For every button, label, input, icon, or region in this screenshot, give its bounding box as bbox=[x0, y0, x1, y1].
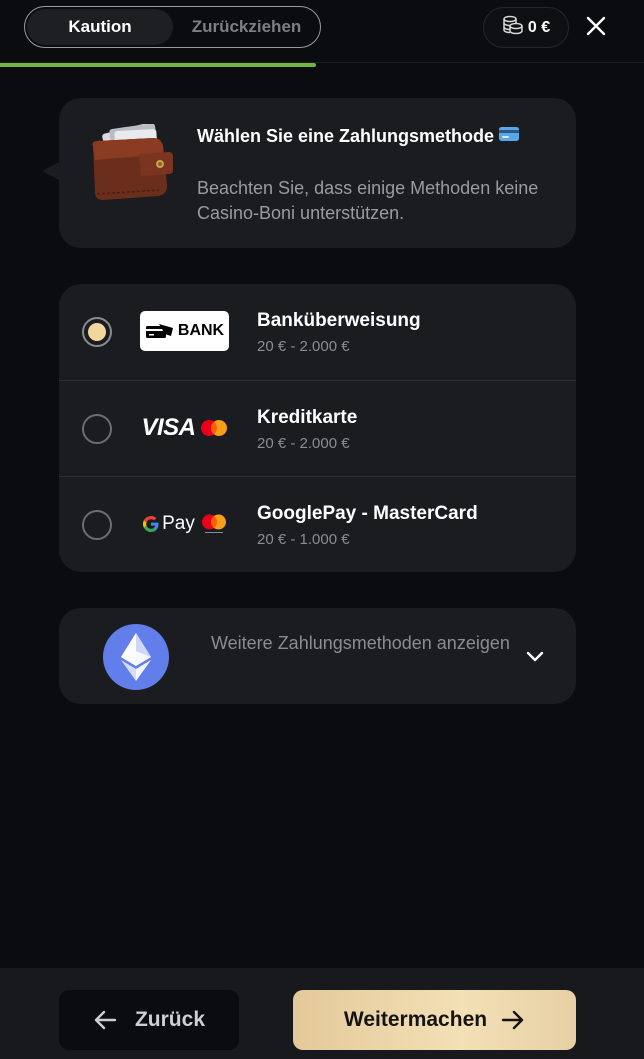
google-g-icon bbox=[143, 516, 159, 532]
more-payment-methods-button[interactable]: Weitere Zahlungsmethoden anzeigen bbox=[59, 608, 576, 704]
tab-deposit[interactable]: Kaution bbox=[27, 9, 173, 45]
radio-bank-transfer[interactable] bbox=[82, 317, 112, 347]
progress-fill bbox=[0, 63, 316, 67]
mastercard-icon bbox=[200, 420, 227, 436]
info-subtitle: Beachten Sie, dass einige Methoden keine… bbox=[197, 178, 539, 223]
ethereum-icon bbox=[103, 624, 169, 690]
method-name: GooglePay - MasterCard bbox=[257, 503, 478, 524]
mastercard-icon bbox=[201, 514, 226, 533]
method-name: Kreditkarte bbox=[257, 407, 358, 428]
close-button[interactable] bbox=[580, 10, 612, 42]
coins-icon bbox=[502, 15, 524, 40]
googlepay-mastercard-logo: Pay bbox=[140, 504, 229, 544]
visa-mastercard-logo: VISA bbox=[140, 408, 229, 448]
bank-logo-text: BANK bbox=[177, 322, 225, 339]
close-icon bbox=[586, 16, 606, 36]
info-title: Wählen Sie eine Zahlungsmethode bbox=[197, 124, 557, 148]
more-methods-label: Weitere Zahlungsmethoden anzeigen bbox=[211, 633, 510, 653]
back-button-label: Zurück bbox=[134, 1008, 205, 1031]
bank-card-icon bbox=[145, 324, 173, 338]
bank-logo: BANK bbox=[140, 311, 229, 351]
info-card: Wählen Sie eine Zahlungsmethode Beachten… bbox=[42, 98, 576, 248]
header: Kaution Zurückziehen 0 € bbox=[0, 0, 644, 63]
payment-method-list: BANK Banküberweisung 20 € - 2.000 € VISA… bbox=[59, 284, 576, 572]
continue-button-label: Weitermachen bbox=[343, 1008, 488, 1031]
payment-method-bank-transfer[interactable]: BANK Banküberweisung 20 € - 2.000 € bbox=[59, 284, 576, 380]
gpay-logo-text: Pay bbox=[162, 513, 195, 534]
info-title-text: Wählen Sie eine Zahlungsmethode bbox=[197, 126, 495, 146]
info-card-pointer bbox=[42, 162, 59, 180]
radio-googlepay[interactable] bbox=[82, 510, 112, 540]
arrow-left-icon bbox=[94, 1010, 117, 1030]
footer-bar: Zurück Weitermachen bbox=[0, 968, 644, 1059]
deposit-modal: Kaution Zurückziehen 0 € Wählen Sie eine… bbox=[0, 0, 644, 1059]
radio-credit-card[interactable] bbox=[82, 414, 112, 444]
tab-switcher: Kaution Zurückziehen bbox=[24, 6, 321, 48]
chevron-down-icon bbox=[526, 651, 544, 662]
method-range: 20 € - 1.000 € bbox=[257, 531, 350, 548]
balance-amount: 0 € bbox=[527, 18, 551, 36]
payment-method-credit-card[interactable]: VISA Kreditkarte 20 € - 2.000 € bbox=[59, 380, 576, 476]
credit-card-icon bbox=[498, 124, 520, 148]
payment-method-googlepay[interactable]: Pay GooglePay - MasterCard 20 € - 1.000 … bbox=[59, 476, 576, 572]
arrow-right-icon bbox=[501, 1010, 524, 1030]
method-name: Banküberweisung bbox=[257, 310, 421, 331]
balance-badge[interactable]: 0 € bbox=[483, 7, 569, 48]
visa-logo: VISA bbox=[141, 414, 196, 441]
method-range: 20 € - 2.000 € bbox=[257, 338, 350, 355]
method-range: 20 € - 2.000 € bbox=[257, 435, 350, 452]
continue-button[interactable]: Weitermachen bbox=[293, 990, 576, 1050]
progress-bar bbox=[0, 63, 644, 67]
back-button[interactable]: Zurück bbox=[59, 990, 239, 1050]
wallet-icon bbox=[87, 123, 173, 202]
tab-withdraw[interactable]: Zurückziehen bbox=[175, 9, 318, 45]
